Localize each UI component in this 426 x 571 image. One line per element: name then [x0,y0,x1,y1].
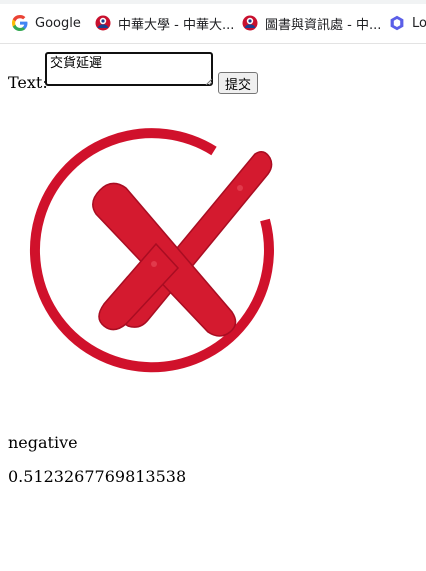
bookmark-chu-university[interactable]: 中華大學 - 中華大... [95,10,234,36]
bookmark-lo[interactable]: Lo [389,10,426,36]
bookmark-label: Lo [412,15,426,31]
red-cross-circle-icon [29,128,274,373]
sentiment-result: negative [8,433,78,452]
text-label: Text: [8,73,48,92]
bookmark-google[interactable]: Google [12,10,81,36]
bookmark-library-info[interactable]: 圖書與資訊處 - 中... [242,10,381,36]
text-input[interactable] [45,52,213,86]
tab-strip-edge [0,0,426,4]
bookmark-label: 圖書與資訊處 - 中... [265,17,382,33]
bookmarks-bar: Google 中華大學 - 中華大... 圖書與資訊處 - 中... Lo [0,0,426,44]
submit-button[interactable]: 提交 [218,72,259,94]
google-g-icon [12,15,28,31]
bookmark-label: 中華大學 - 中華大... [118,17,235,33]
chu-logo-icon [242,15,258,31]
hexagon-app-icon [390,15,404,31]
chu-logo-icon [95,15,111,31]
bookmark-label: Google [35,15,81,31]
score-value: 0.5123267769813538 [8,467,187,486]
